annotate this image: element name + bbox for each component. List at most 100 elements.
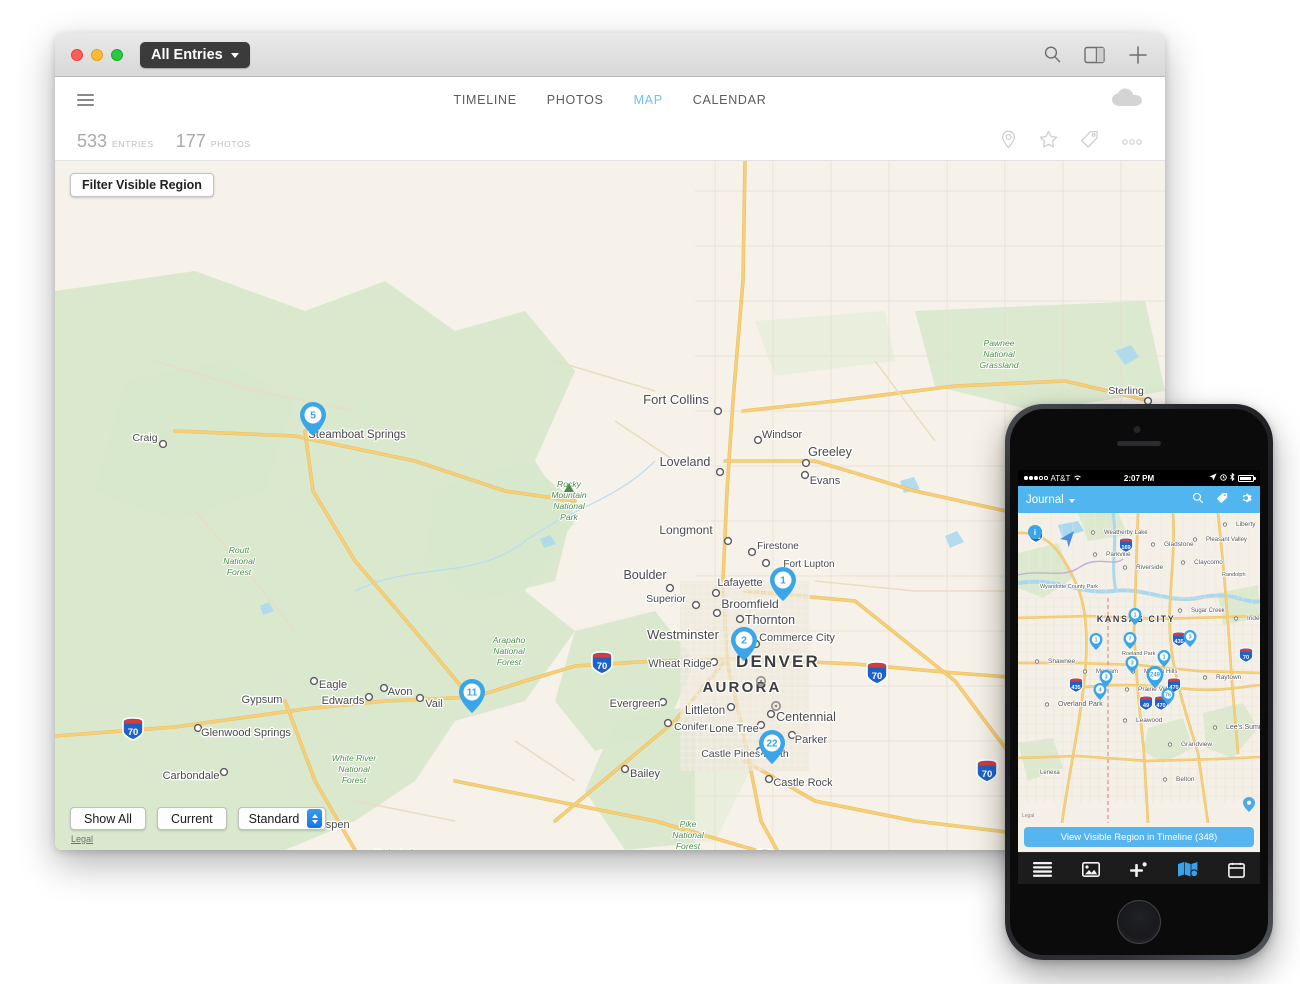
svg-text:Forest: Forest [342,775,367,785]
svg-text:National: National [223,556,256,566]
svg-text:Glenwood Springs: Glenwood Springs [201,727,291,739]
svg-text:Evergreen: Evergreen [610,698,661,710]
bluetooth-icon [1230,472,1235,483]
legal-link[interactable]: Legal [71,834,93,844]
svg-text:Forest: Forest [497,657,522,667]
signal-dots-icon [1024,476,1048,480]
svg-text:Leawood: Leawood [1136,717,1163,724]
current-button[interactable]: Current [156,807,227,830]
carrier-block: AT&T [1024,474,1082,483]
svg-text:Routt: Routt [229,545,250,555]
svg-text:Pleasant Valley: Pleasant Valley [1206,537,1247,543]
ios-tab-bar [1018,852,1260,884]
svg-text:435: 435 [1174,639,1183,645]
tag-icon[interactable] [1216,491,1228,509]
svg-text:National: National [672,830,705,840]
gear-icon[interactable] [1240,491,1252,509]
svg-text:Randolph: Randolph [1222,572,1246,578]
ios-nav-bar: Journal [1018,486,1260,513]
tab-photos[interactable]: PHOTOS [547,93,604,107]
tab-photos[interactable] [1081,862,1100,877]
plus-icon[interactable] [1127,44,1149,66]
svg-text:3: 3 [1104,675,1107,681]
svg-text:National: National [493,646,526,656]
svg-text:Fort Collins: Fort Collins [643,392,709,407]
svg-text:National: National [338,764,371,774]
svg-text:Westminster: Westminster [647,627,720,642]
zoom-window-button[interactable] [111,48,123,61]
star-icon[interactable] [1039,130,1058,154]
hamburger-icon[interactable] [77,94,94,106]
svg-text:Gladstone: Gladstone [1164,541,1194,548]
svg-text:Sugar Creek: Sugar Creek [1191,608,1226,614]
tag-icon[interactable] [1080,130,1099,154]
tab-calendar[interactable] [1228,862,1245,878]
more-icon[interactable] [1121,133,1143,151]
tab-calendar[interactable]: CALENDAR [693,93,767,107]
tab-add[interactable] [1129,861,1148,878]
chevron-down-icon [230,52,239,58]
photos-count: 177 [175,131,206,151]
phone-map-canvas[interactable]: Liberty Weatherby Lake Pleasant Valley Glad… [1018,513,1260,823]
show-all-button[interactable]: Show All [70,807,146,830]
svg-text:Grassland: Grassland [979,360,1018,370]
svg-text:Fort Lupton: Fort Lupton [783,559,834,570]
all-entries-dropdown[interactable]: All Entries [140,41,250,68]
search-icon[interactable] [1192,491,1204,509]
svg-text:Littleton: Littleton [685,705,725,717]
svg-text:70: 70 [982,769,993,780]
svg-text:Claycomo: Claycomo [1194,559,1223,566]
svg-text:Grandview: Grandview [1181,741,1212,748]
svg-text:7: 7 [1128,637,1131,643]
svg-text:Roeland Park: Roeland Park [1122,651,1156,657]
view-visible-region-button[interactable]: View Visible Region in Timeline (348) [1024,827,1254,847]
svg-text:70: 70 [597,661,608,672]
svg-text:Pawnee: Pawnee [983,338,1014,348]
svg-text:435: 435 [1071,685,1080,691]
locate-me-button[interactable] [1243,797,1255,817]
close-window-button[interactable] [71,48,83,61]
location-arrow-icon [1209,473,1217,483]
svg-text:Riverside: Riverside [1136,564,1163,571]
svg-text:National: National [553,501,586,511]
home-button[interactable] [1117,900,1161,944]
tab-map[interactable] [1178,862,1199,877]
all-entries-label: All Entries [151,46,223,63]
svg-text:Steamboat Springs: Steamboat Springs [308,429,406,441]
phone-screen: AT&T 2:07 PM Journal Liberty Weatherby L… [1018,470,1260,884]
svg-text:49: 49 [1143,703,1149,709]
sidebar-icon[interactable] [1084,46,1105,64]
battery-icon [1238,474,1256,482]
entries-count: 533 [77,131,108,151]
svg-text:5: 5 [310,410,316,422]
filter-visible-region-button[interactable]: Filter Visible Region [70,173,214,197]
svg-text:Bailey: Bailey [630,768,660,780]
window-titlebar: All Entries [55,33,1165,77]
minimize-window-button[interactable] [91,48,103,61]
photos-stat: 177 PHOTOS [176,131,251,152]
cloud-icon[interactable] [1111,88,1143,113]
svg-text:Belton: Belton [1176,776,1195,783]
map-canvas[interactable]: PawneeNationalGrasslandRockyMountainNati… [55,161,1165,850]
ios-status-bar: AT&T 2:07 PM [1018,470,1260,486]
location-pin-icon[interactable] [1000,130,1017,154]
svg-text:Edwards: Edwards [322,695,365,707]
map-graphic: PawneeNationalGrasslandRockyMountainNati… [55,161,1165,850]
svg-text:11: 11 [467,688,478,699]
svg-text:Evans: Evans [810,475,841,487]
tab-list[interactable] [1032,862,1052,877]
svg-text:Loveland: Loveland [660,455,711,469]
svg-text:Broomfield: Broomfield [721,597,778,611]
tab-map[interactable]: MAP [634,93,663,107]
tab-timeline[interactable]: TIMELINE [454,93,517,107]
journal-selector[interactable]: Journal [1026,494,1075,506]
map-style-select[interactable]: Standard [237,807,327,830]
svg-text:Sterling: Sterling [1108,385,1144,397]
map-controls: Show All Current Standard [70,807,327,830]
svg-text:470: 470 [1156,703,1165,709]
wifi-icon [1073,474,1082,483]
svg-text:National: National [983,349,1016,359]
phone-legal-label[interactable]: Legal [1022,813,1034,819]
search-icon[interactable] [1043,45,1062,64]
svg-text:76: 76 [1165,693,1171,699]
